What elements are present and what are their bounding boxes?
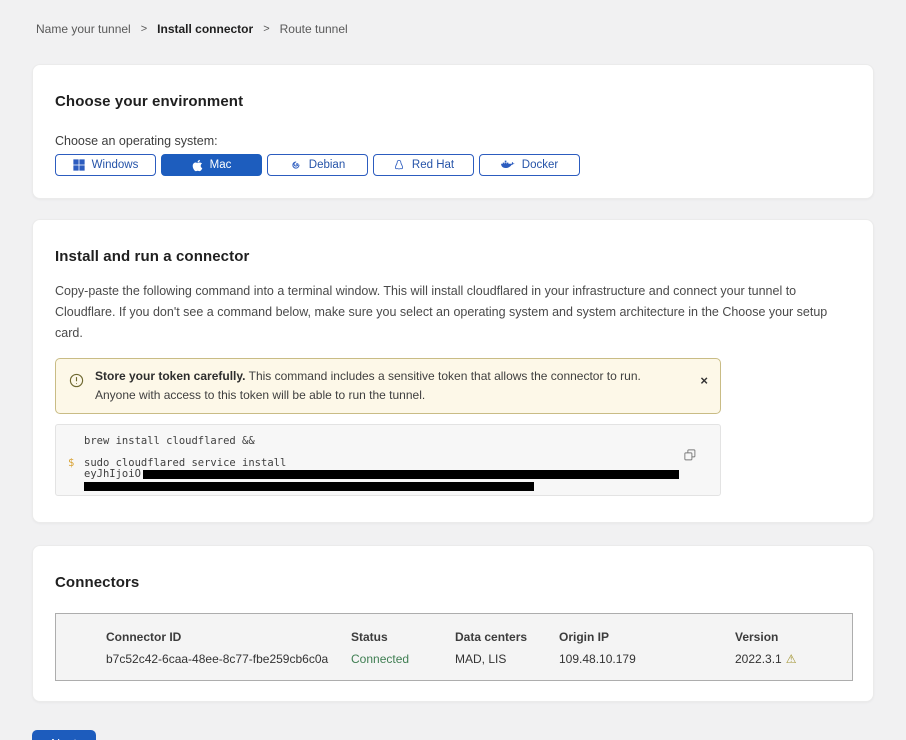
connector-id-value: b7c52c42-6caa-48ee-8c77-fbe259cb6c0a bbox=[106, 652, 351, 666]
token-redaction-bar bbox=[84, 482, 534, 491]
os-button-debian[interactable]: Debian bbox=[267, 154, 368, 176]
close-icon[interactable]: × bbox=[700, 374, 708, 387]
os-button-label: Debian bbox=[309, 159, 345, 171]
breadcrumb-route-tunnel[interactable]: Route tunnel bbox=[280, 22, 348, 36]
install-description: Copy-paste the following command into a … bbox=[55, 281, 849, 344]
warning-triangle-icon: ⚠ bbox=[786, 652, 797, 666]
install-command-block: brew install cloudflared && $ sudo cloud… bbox=[55, 424, 721, 496]
environment-card: Choose your environment Choose an operat… bbox=[32, 64, 874, 199]
os-button-label: Docker bbox=[522, 159, 558, 171]
alert-circle-icon bbox=[69, 373, 84, 393]
status-badge: Connected bbox=[351, 652, 455, 666]
version-value: 2022.3.1 ⚠ bbox=[735, 652, 852, 666]
breadcrumb: Name your tunnel > Install connector > R… bbox=[36, 0, 874, 36]
next-button[interactable]: Next bbox=[32, 730, 96, 740]
column-header-origin-ip: Origin IP bbox=[559, 630, 735, 644]
environment-card-title: Choose your environment bbox=[55, 93, 851, 110]
origin-ip-value: 109.48.10.179 bbox=[559, 652, 735, 666]
connectors-card: Connectors Connector ID Status Data cent… bbox=[32, 545, 874, 702]
column-header-version: Version bbox=[735, 630, 852, 644]
copy-icon[interactable] bbox=[684, 449, 696, 464]
docker-icon bbox=[501, 160, 515, 170]
token-warning-text: Store your token carefully. This command… bbox=[95, 367, 689, 405]
install-card-title: Install and run a connector bbox=[55, 248, 851, 265]
shell-prompt: $ bbox=[68, 457, 84, 494]
connectors-table-header: Connector ID Status Data centers Origin … bbox=[106, 630, 852, 644]
column-header-data-centers: Data centers bbox=[455, 630, 559, 644]
token-redaction-bar bbox=[143, 470, 679, 479]
os-button-mac[interactable]: Mac bbox=[161, 154, 262, 176]
os-button-redhat[interactable]: Red Hat bbox=[373, 154, 474, 176]
command-line-1: brew install cloudflared && bbox=[84, 436, 255, 447]
breadcrumb-name-your-tunnel[interactable]: Name your tunnel bbox=[36, 22, 131, 36]
token-warning-bold: Store your token carefully. bbox=[95, 369, 246, 383]
code-gutter-spacer bbox=[68, 436, 84, 447]
os-button-label: Windows bbox=[92, 159, 139, 171]
breadcrumb-separator: > bbox=[141, 23, 147, 35]
os-button-docker[interactable]: Docker bbox=[479, 154, 580, 176]
os-button-label: Mac bbox=[210, 159, 232, 171]
connectors-table: Connector ID Status Data centers Origin … bbox=[55, 613, 853, 681]
column-header-status: Status bbox=[351, 630, 455, 644]
connectors-card-title: Connectors bbox=[55, 574, 851, 591]
breadcrumb-separator: > bbox=[263, 23, 269, 35]
os-button-group: Windows Mac Debian Red Hat bbox=[55, 154, 851, 176]
os-select-label: Choose an operating system: bbox=[55, 134, 851, 148]
install-card: Install and run a connector Copy-paste t… bbox=[32, 219, 874, 523]
token-prefix: eyJhIjoiO bbox=[84, 469, 141, 480]
breadcrumb-install-connector[interactable]: Install connector bbox=[157, 22, 253, 36]
apple-icon bbox=[192, 159, 203, 172]
os-button-windows[interactable]: Windows bbox=[55, 154, 156, 176]
token-warning-banner: Store your token carefully. This command… bbox=[55, 358, 721, 414]
version-number: 2022.3.1 bbox=[735, 652, 782, 666]
column-header-connector-id: Connector ID bbox=[106, 630, 351, 644]
connector-row: b7c52c42-6caa-48ee-8c77-fbe259cb6c0a Con… bbox=[106, 652, 852, 666]
windows-icon bbox=[73, 159, 85, 171]
os-button-label: Red Hat bbox=[412, 159, 454, 171]
debian-icon bbox=[290, 159, 302, 171]
token-line: eyJhIjoiO bbox=[84, 469, 679, 480]
redhat-icon bbox=[393, 159, 405, 171]
data-centers-value: MAD, LIS bbox=[455, 652, 559, 666]
